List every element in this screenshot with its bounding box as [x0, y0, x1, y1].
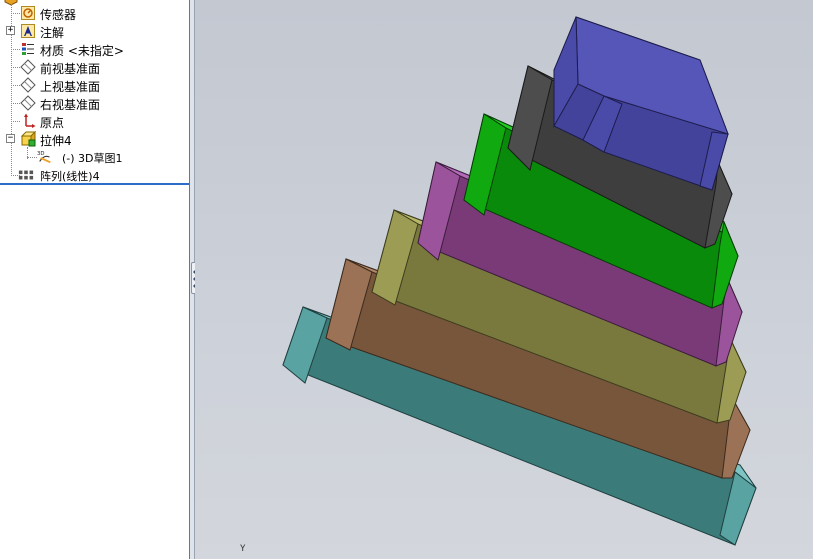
tree-item-top-plane[interactable]: 上视基准面 [0, 77, 189, 94]
annotation-icon [21, 24, 35, 38]
model-view[interactable] [195, 0, 813, 559]
tree-item-label: 右视基准面 [40, 98, 101, 112]
tree-item-right-plane[interactable]: 右视基准面 [0, 95, 189, 112]
tree-item-front-plane[interactable]: 前视基准面 [0, 59, 189, 76]
feature-manager-tree: 传感器 + 注解 材质 <未指定> 前视基准面 上视基准面 右视基准面 原点 −… [0, 0, 190, 559]
tree-item-annotations[interactable]: + 注解 [0, 23, 189, 40]
tree-item-linear-pattern4[interactable]: 阵列(线性)4 [0, 167, 189, 184]
tree-guide-line [11, 85, 20, 86]
view-triad-y-label: Y [240, 544, 246, 554]
tree-item-material[interactable]: 材质 <未指定> [0, 41, 189, 58]
tree-item-label: (-) 3D草图1 [62, 152, 123, 165]
plane-icon [20, 95, 36, 111]
tree-guide-line [11, 103, 20, 104]
tree-guide-line [11, 13, 20, 14]
tree-guide-line [11, 49, 20, 50]
rollback-bar[interactable] [0, 183, 189, 185]
tree-item-sensors[interactable]: 传感器 [0, 5, 189, 22]
tree-item-label: 拉伸4 [40, 134, 72, 148]
tree-item-label: 材质 <未指定> [40, 44, 124, 58]
collapse-toggle[interactable]: − [6, 134, 15, 143]
sensor-icon [21, 6, 35, 20]
solidworks-window: 传感器 + 注解 材质 <未指定> 前视基准面 上视基准面 右视基准面 原点 −… [0, 0, 813, 559]
tree-item-label: 传感器 [40, 8, 77, 22]
svg-text:3D: 3D [37, 151, 45, 157]
tree-item-label: 阵列(线性)4 [40, 170, 100, 183]
tree-item-label: 注解 [40, 26, 65, 40]
tree-item-3d-sketch[interactable]: 3D (-) 3D草图1 [0, 149, 189, 166]
sketch3d-icon: 3D [37, 151, 51, 164]
plane-icon [20, 77, 36, 93]
tree-item-label: 原点 [40, 116, 65, 130]
plane-icon [20, 59, 36, 75]
tree-item-label: 前视基准面 [40, 62, 101, 76]
tree-guide-line [27, 157, 37, 158]
tree-item-origin[interactable]: 原点 [0, 113, 189, 130]
graphics-area[interactable] [195, 0, 813, 559]
material-icon [22, 43, 34, 55]
tree-item-extrude4[interactable]: − 拉伸4 [0, 131, 189, 148]
origin-icon [24, 113, 36, 128]
tree-item-label: 上视基准面 [40, 80, 101, 94]
linear-pattern-icon [18, 170, 34, 180]
tree-guide-line [11, 67, 20, 68]
extrude-icon [20, 131, 36, 147]
expand-toggle[interactable]: + [6, 26, 15, 35]
tree-guide-line [11, 121, 20, 122]
